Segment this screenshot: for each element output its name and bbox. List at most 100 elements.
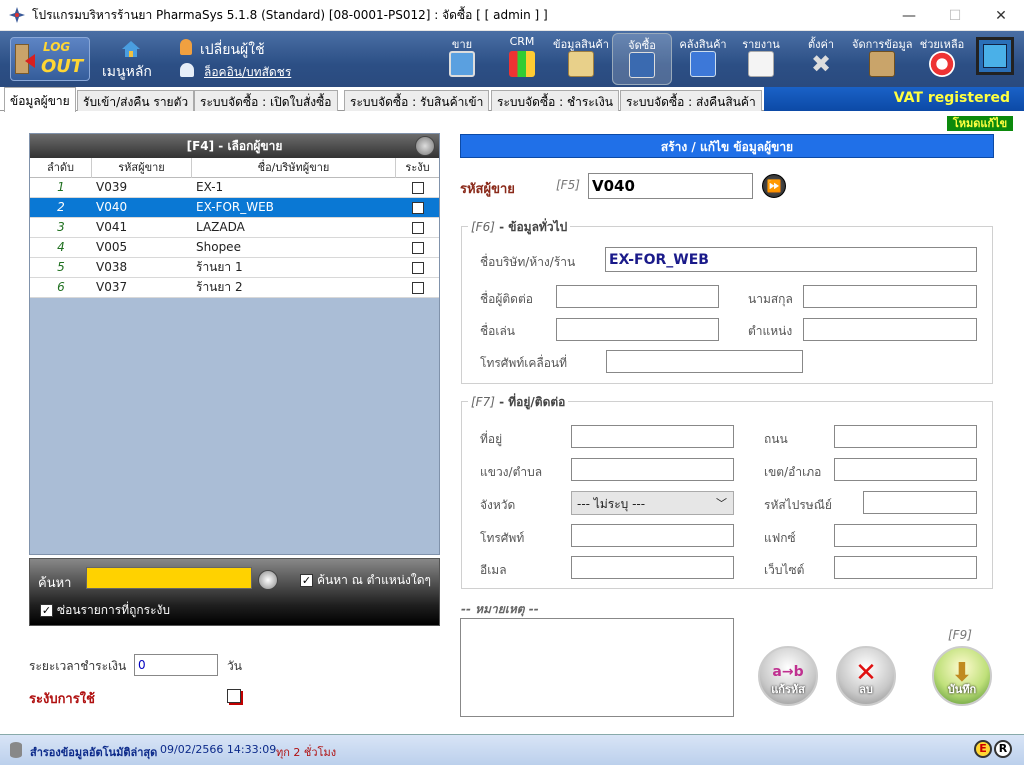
hide-suspended-checkbox[interactable]: ✓ bbox=[40, 604, 53, 617]
pos-terminal-icon bbox=[449, 51, 475, 77]
search-icon[interactable] bbox=[258, 570, 278, 590]
row-name: EX-1 bbox=[196, 180, 224, 194]
toolbar-report-button[interactable]: รายงาน bbox=[738, 33, 784, 85]
row-suspend-checkbox[interactable] bbox=[411, 281, 424, 294]
position-input[interactable] bbox=[803, 318, 977, 341]
suspend-checkbox[interactable] bbox=[227, 689, 241, 703]
toolbar-crm-label: CRM bbox=[509, 35, 535, 48]
save-button[interactable]: ⬇ บันทึก bbox=[932, 646, 992, 706]
row-suspend-checkbox[interactable] bbox=[411, 221, 424, 234]
mobile-input[interactable] bbox=[606, 350, 803, 373]
search-input[interactable] bbox=[86, 567, 252, 589]
table-row[interactable]: 1 V039 EX-1 bbox=[30, 178, 439, 198]
suspend-label: ระงับการใช้ bbox=[29, 692, 95, 707]
purchasing-icon bbox=[629, 52, 655, 78]
edit-mode-badge: โหมดแก้ไข bbox=[947, 116, 1013, 131]
crm-chart-icon bbox=[509, 51, 535, 77]
search-any-position-option[interactable]: ✓ ค้นหา ณ ตำแหน่งใดๆ bbox=[300, 571, 431, 590]
payment-term-input[interactable] bbox=[134, 654, 218, 676]
province-label: จังหวัด bbox=[480, 498, 516, 512]
col-vendor-code[interactable]: รหัสผู้ขาย bbox=[92, 158, 192, 178]
address-input[interactable] bbox=[571, 425, 734, 448]
row-name: ร้านยา 1 bbox=[196, 260, 243, 274]
vendor-rows: 1 V039 EX-1 2 V040 EX-FOR_WEB 3 V041 LAZ… bbox=[30, 178, 439, 298]
logout-button[interactable]: LOG OUT bbox=[10, 37, 90, 81]
postcode-input[interactable] bbox=[863, 491, 977, 514]
tab-payment[interactable]: ระบบจัดซื้อ : ชำระเงิน bbox=[491, 90, 619, 111]
toolbar-purchasing-button[interactable]: จัดซื้อ bbox=[612, 33, 672, 85]
vendor-code-label: รหัสผู้ขาย bbox=[460, 182, 515, 197]
col-no[interactable]: ลำดับ bbox=[30, 158, 92, 178]
table-row-selected[interactable]: 2 V040 EX-FOR_WEB bbox=[30, 198, 439, 218]
col-vendor-name[interactable]: ชื่อ/บริษัทผู้ขาย bbox=[192, 158, 396, 178]
nickname-input[interactable] bbox=[556, 318, 719, 341]
edit-code-label: แก้รหัส bbox=[771, 683, 805, 696]
next-code-icon[interactable]: ⏩ bbox=[762, 174, 786, 198]
r-badge-icon[interactable]: R bbox=[994, 740, 1012, 758]
refresh-icon[interactable] bbox=[415, 136, 435, 156]
road-input[interactable] bbox=[834, 425, 977, 448]
tab-purchase-order[interactable]: ระบบจัดซื้อ : เปิดใบสั่งซื้อ bbox=[194, 90, 338, 111]
toolbar-help-button[interactable]: ช่วยเหลือ bbox=[916, 33, 968, 85]
login-log-link[interactable]: ล็อคอิน/บทสัดชร bbox=[204, 63, 291, 82]
toolbar-settings-button[interactable]: ตั้งค่า ✖ bbox=[798, 33, 844, 85]
toolbar-data-management-button[interactable]: จัดการข้อมูล bbox=[852, 33, 912, 85]
vat-status-banner: VAT registered bbox=[764, 87, 1024, 111]
window-mode-icon[interactable] bbox=[976, 37, 1014, 75]
company-name-input[interactable] bbox=[605, 247, 977, 272]
toolbar-crm-button[interactable]: CRM bbox=[500, 33, 544, 85]
edit-code-button[interactable]: a→b แก้รหัส bbox=[758, 646, 818, 706]
user-log-icon bbox=[180, 63, 194, 77]
position-label: ตำแหน่ง bbox=[748, 324, 793, 338]
table-row[interactable]: 3 V041 LAZADA bbox=[30, 218, 439, 238]
vendor-code-input[interactable] bbox=[588, 173, 753, 199]
surname-input[interactable] bbox=[803, 285, 977, 308]
fax-label: แฟกซ์ bbox=[764, 531, 796, 545]
toolbar-sales-button[interactable]: ขาย bbox=[440, 33, 484, 85]
note-textarea[interactable] bbox=[460, 618, 734, 717]
home-menu-button[interactable]: เมนูหลัก bbox=[100, 39, 164, 83]
search-any-position-checkbox[interactable]: ✓ bbox=[300, 574, 313, 587]
change-user-link[interactable]: เปลี่ยนผู้ใช้ bbox=[200, 39, 265, 61]
row-suspend-checkbox[interactable] bbox=[411, 261, 424, 274]
row-suspend-checkbox[interactable] bbox=[411, 181, 424, 194]
hide-suspended-option[interactable]: ✓ ซ่อนรายการที่ถูกระงับ bbox=[40, 601, 170, 620]
report-icon bbox=[748, 51, 774, 77]
search-any-position-label: ค้นหา ณ ตำแหน่งใดๆ bbox=[317, 573, 431, 587]
row-code: V038 bbox=[96, 260, 128, 274]
subdistrict-label: แขวง/ตำบล bbox=[480, 465, 543, 479]
user-section: เปลี่ยนผู้ใช้ ล็อคอิน/บทสัดชร bbox=[176, 37, 306, 83]
toolbar-warehouse-button[interactable]: คลังสินค้า bbox=[676, 33, 730, 85]
payment-term-unit: วัน bbox=[227, 659, 242, 673]
delete-button[interactable]: ✕ ลบ bbox=[836, 646, 896, 706]
row-code: V040 bbox=[96, 200, 128, 214]
district-input[interactable] bbox=[834, 458, 977, 481]
province-select[interactable]: --- ไม่ระบุ --- ﹀ bbox=[571, 491, 734, 515]
website-label: เว็บไซต์ bbox=[764, 563, 805, 577]
row-no: 2 bbox=[57, 200, 65, 214]
minimize-button[interactable]: — bbox=[886, 0, 932, 31]
tab-return-goods[interactable]: ระบบจัดซื้อ : ส่งคืนสินค้า bbox=[620, 90, 762, 111]
toolbar-product-data-button[interactable]: ข้อมูลสินค้า bbox=[552, 33, 610, 85]
subdistrict-input[interactable] bbox=[571, 458, 734, 481]
fax-input[interactable] bbox=[834, 524, 977, 547]
phone-input[interactable] bbox=[571, 524, 734, 547]
payment-term-label: ระยะเวลาชำระเงิน bbox=[29, 659, 127, 673]
tab-vendor-info[interactable]: ข้อมูลผู้ขาย bbox=[4, 87, 76, 112]
e-badge-icon[interactable]: E bbox=[974, 740, 992, 758]
email-input[interactable] bbox=[571, 556, 734, 579]
row-suspend-checkbox[interactable] bbox=[411, 201, 424, 214]
col-suspended[interactable]: ระงับ bbox=[396, 158, 439, 178]
maximize-button[interactable]: ☐ bbox=[932, 0, 978, 31]
contact-name-input[interactable] bbox=[556, 285, 719, 308]
tab-receive-return-items[interactable]: รับเข้า/ส่งคืน รายตัว bbox=[77, 90, 195, 111]
row-suspend-checkbox[interactable] bbox=[411, 241, 424, 254]
tab-receive-goods[interactable]: ระบบจัดซื้อ : รับสินค้าเข้า bbox=[344, 90, 490, 111]
table-row[interactable]: 6 V037 ร้านยา 2 bbox=[30, 278, 439, 298]
website-input[interactable] bbox=[834, 556, 977, 579]
table-row[interactable]: 5 V038 ร้านยา 1 bbox=[30, 258, 439, 278]
vendor-list-panel: [F4] - เลือกผู้ขาย ลำดับ รหัสผู้ขาย ชื่อ… bbox=[29, 133, 440, 555]
table-row[interactable]: 4 V005 Shopee bbox=[30, 238, 439, 258]
logout-label-top: LOG bbox=[43, 40, 71, 54]
close-button[interactable]: ✕ bbox=[978, 0, 1024, 31]
